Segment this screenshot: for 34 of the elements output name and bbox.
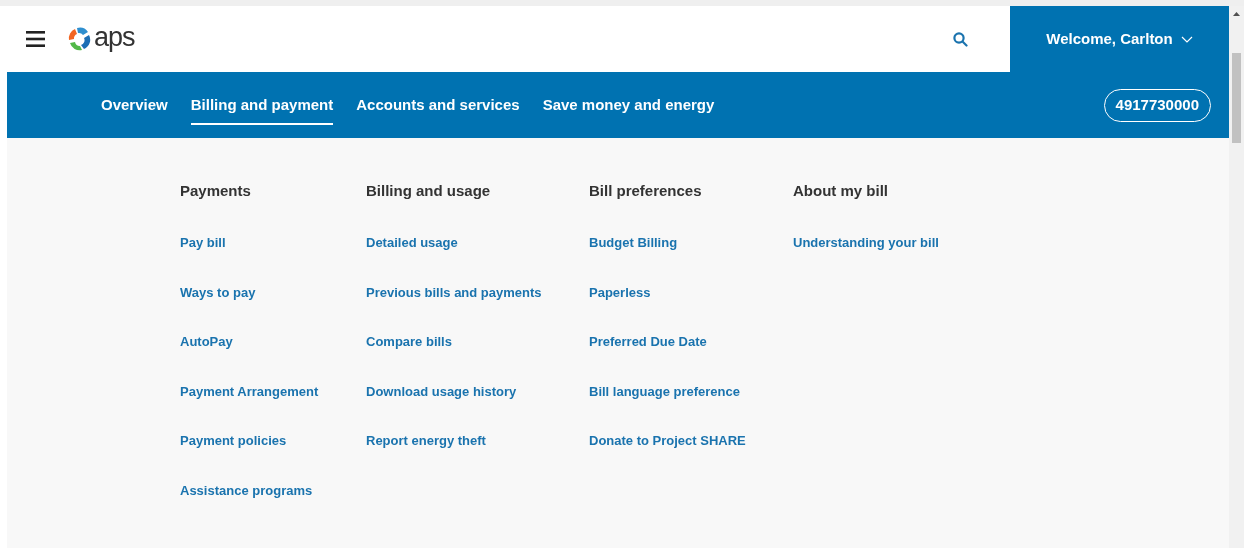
search-icon[interactable] [953, 31, 968, 47]
menu-link[interactable]: Compare bills [366, 334, 452, 350]
menu-link[interactable]: Donate to Project SHARE [589, 433, 746, 449]
menu-link[interactable]: Preferred Due Date [589, 334, 707, 350]
menu-link[interactable]: Payment policies [180, 433, 287, 449]
menu-link[interactable]: Pay bill [180, 235, 226, 251]
scroll-up-icon[interactable] [1233, 12, 1240, 16]
menu-link[interactable]: Paperless [589, 284, 651, 301]
menu-link[interactable]: Understanding your bill [793, 235, 939, 251]
nav-tab[interactable]: Accounts and services [356, 72, 520, 138]
logo-icon [67, 26, 91, 52]
menu-link[interactable]: AutoPay [180, 334, 233, 350]
menu-link[interactable]: Payment Arrangement [180, 383, 319, 400]
nav-tab[interactable]: Billing and payment [190, 72, 334, 138]
menu-link[interactable]: Assistance programs [180, 482, 313, 499]
column-heading: Bill preferences [589, 181, 703, 201]
menu-link[interactable]: Bill language preference [589, 383, 740, 400]
nav-tab[interactable]: Save money and energy [542, 72, 715, 138]
menu-link[interactable]: Ways to pay [180, 284, 256, 301]
menu-link[interactable]: Report energy theft [366, 433, 486, 449]
column-heading: About my bill [793, 181, 889, 201]
chevron-down-icon [1180, 35, 1193, 43]
menu-icon[interactable] [26, 31, 45, 47]
nav-tab[interactable]: Overview [101, 72, 168, 138]
logo-text[interactable]: aps [94, 23, 135, 55]
scrollbar[interactable] [1229, 6, 1244, 548]
scroll-thumb[interactable] [1232, 53, 1241, 143]
menu-link[interactable]: Previous bills and payments [366, 284, 542, 301]
menu-link[interactable]: Budget Billing [589, 235, 678, 251]
column-heading: Payments [180, 181, 252, 201]
menu-link[interactable]: Detailed usage [366, 235, 458, 251]
column-heading: Billing and usage [366, 181, 492, 201]
user-menu-button[interactable]: Welcome, Carlton [1010, 6, 1229, 72]
menu-link[interactable]: Download usage history [366, 383, 517, 400]
